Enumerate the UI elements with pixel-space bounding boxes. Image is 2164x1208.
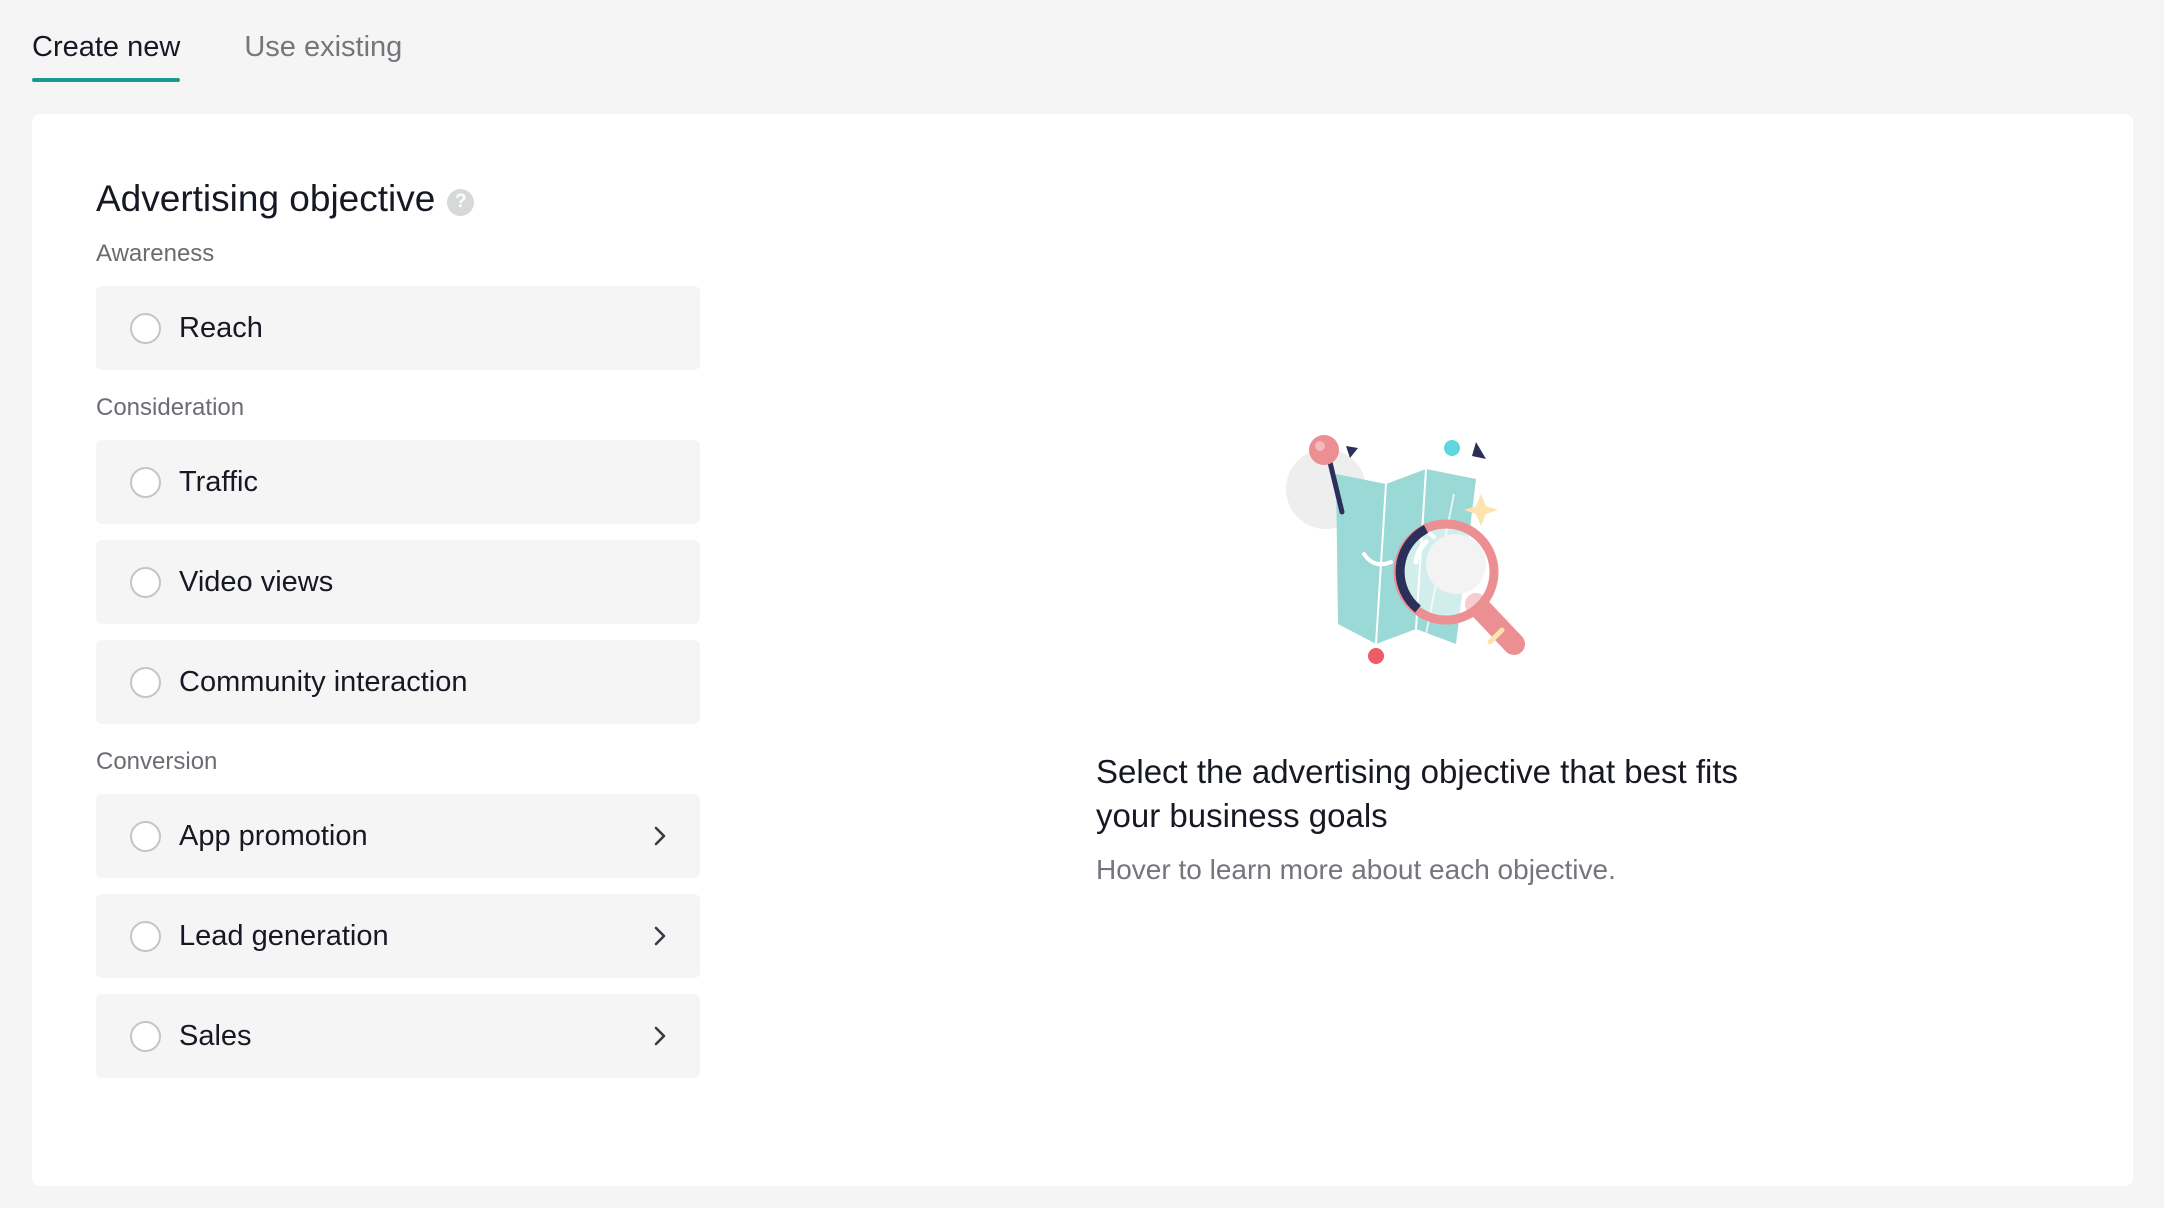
chevron-right-icon xyxy=(650,1026,670,1046)
info-headline: Select the advertising objective that be… xyxy=(1096,753,1739,834)
radio-button[interactable] xyxy=(130,312,161,344)
chevron-right-icon xyxy=(650,926,670,946)
radio-button[interactable] xyxy=(130,666,161,698)
option-label: Reach xyxy=(179,311,263,344)
tab-bar: Create new Use existing xyxy=(32,24,402,82)
chevron-right-icon xyxy=(650,826,670,846)
radio-button[interactable] xyxy=(130,566,161,598)
radio-button[interactable] xyxy=(130,466,161,498)
section-title: Advertising objective xyxy=(96,178,436,219)
info-subtext: Hover to learn more about each objective… xyxy=(1096,854,1616,885)
radio-button[interactable] xyxy=(130,1020,161,1052)
option-app-promotion[interactable]: App promotion xyxy=(96,794,700,878)
radio-button[interactable] xyxy=(130,820,161,852)
option-label: Lead generation xyxy=(179,919,389,952)
option-lead-generation[interactable]: Lead generation xyxy=(96,894,700,978)
info-panel: Select the advertising objective that be… xyxy=(1096,114,1996,1186)
map-magnifier-illustration xyxy=(1286,435,1525,664)
option-reach[interactable]: Reach xyxy=(96,286,700,370)
option-video-views[interactable]: Video views xyxy=(96,540,700,624)
option-sales[interactable]: Sales xyxy=(96,994,700,1078)
option-community-interaction[interactable]: Community interaction xyxy=(96,640,700,724)
option-label: Video views xyxy=(179,565,334,598)
group-label-awareness: Awareness xyxy=(96,240,215,267)
option-label: App promotion xyxy=(179,819,368,852)
group-label-conversion: Conversion xyxy=(96,748,218,775)
question-circle-icon[interactable]: ? xyxy=(447,188,475,216)
option-label: Traffic xyxy=(179,465,258,498)
radio-button[interactable] xyxy=(130,920,161,952)
objective-card: Advertising objective ? Awareness Reach … xyxy=(32,114,2133,1186)
option-label: Community interaction xyxy=(179,665,468,698)
title-row: Advertising objective ? xyxy=(96,174,700,224)
group-label-consideration: Consideration xyxy=(96,394,245,421)
objective-selector: Advertising objective ? Awareness Reach … xyxy=(96,174,700,1078)
tab-use-existing[interactable]: Use existing xyxy=(244,24,402,82)
option-label: Sales xyxy=(179,1019,252,1052)
option-traffic[interactable]: Traffic xyxy=(96,440,700,524)
tab-create-new[interactable]: Create new xyxy=(32,24,181,82)
